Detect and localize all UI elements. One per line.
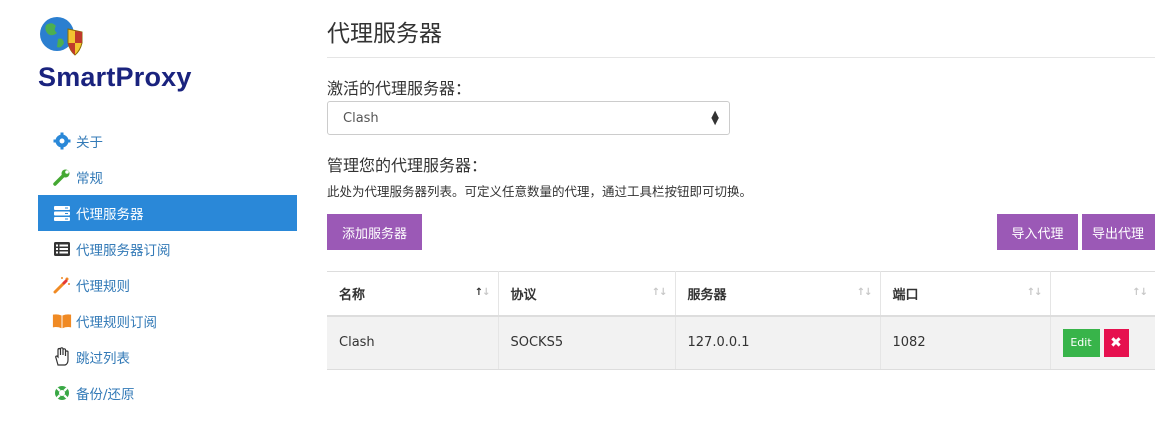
wrench-icon bbox=[52, 167, 72, 187]
active-proxy-label: 激活的代理服务器： bbox=[327, 79, 472, 98]
cell-name: Clash bbox=[327, 315, 499, 370]
table-header-row: 名称 ↑↓ 协议 ↑↓ 服务器 ↑↓ 端口 ↑↓ ↑↓ bbox=[327, 271, 1155, 317]
column-header-port[interactable]: 端口 ↑↓ bbox=[880, 271, 1051, 317]
sidebar-item-label: 关于 bbox=[76, 135, 103, 151]
import-proxy-button[interactable]: 导入代理 bbox=[997, 214, 1078, 250]
manage-proxies-label: 管理您的代理服务器： bbox=[327, 156, 488, 175]
close-icon: ✖ bbox=[1110, 334, 1122, 351]
sidebar-item-label: 常规 bbox=[76, 171, 103, 187]
sidebar: SmartProxy 关于 常规 代理服务器 代理服务器订阅 代理规则 代理规则… bbox=[0, 0, 300, 438]
proxy-list-description: 此处为代理服务器列表。可定义任意数量的代理，通过工具栏按钮即可切换。 bbox=[327, 184, 753, 199]
sort-icon: ↑↓ bbox=[651, 287, 668, 298]
sort-icon: ↑↓ bbox=[474, 287, 491, 298]
sidebar-item-label: 代理服务器 bbox=[76, 207, 144, 223]
proxy-table: 名称 ↑↓ 协议 ↑↓ 服务器 ↑↓ 端口 ↑↓ ↑↓ Clash SOCKS5… bbox=[327, 271, 1155, 370]
active-proxy-select-value: Clash bbox=[343, 110, 379, 126]
sidebar-item-proxy-servers[interactable]: 代理服务器 bbox=[38, 195, 297, 231]
smartproxy-logo-icon bbox=[38, 15, 86, 57]
list-icon bbox=[52, 239, 72, 259]
sidebar-nav: 关于 常规 代理服务器 代理服务器订阅 代理规则 代理规则订阅 跳过列表 备份/… bbox=[38, 123, 297, 411]
active-proxy-select[interactable]: Clash ▲ ▼ bbox=[327, 101, 730, 135]
cell-actions: Edit ✖ bbox=[1050, 315, 1155, 370]
sidebar-item-bypass-list[interactable]: 跳过列表 bbox=[38, 339, 297, 375]
magic-wand-icon bbox=[52, 275, 72, 295]
sidebar-item-label: 代理服务器订阅 bbox=[76, 243, 171, 259]
column-header-actions[interactable]: ↑↓ bbox=[1050, 271, 1155, 317]
sidebar-item-backup-restore[interactable]: 备份/还原 bbox=[38, 375, 297, 411]
sidebar-item-label: 跳过列表 bbox=[76, 351, 130, 367]
select-caret-icon: ▲ ▼ bbox=[711, 109, 719, 127]
sidebar-item-label: 代理规则订阅 bbox=[76, 315, 157, 331]
sidebar-item-proxy-rules[interactable]: 代理规则 bbox=[38, 267, 297, 303]
server-icon bbox=[52, 203, 72, 223]
page-title: 代理服务器 bbox=[327, 21, 442, 47]
column-header-server[interactable]: 服务器 ↑↓ bbox=[675, 271, 881, 317]
title-divider bbox=[327, 57, 1155, 58]
sidebar-item-about[interactable]: 关于 bbox=[38, 123, 297, 159]
edit-button[interactable]: Edit bbox=[1062, 328, 1100, 357]
app-brand: SmartProxy bbox=[38, 62, 192, 92]
export-proxy-button[interactable]: 导出代理 bbox=[1082, 214, 1155, 250]
sidebar-item-proxy-subscriptions[interactable]: 代理服务器订阅 bbox=[38, 231, 297, 267]
delete-button[interactable]: ✖ bbox=[1103, 328, 1129, 357]
sidebar-item-general[interactable]: 常规 bbox=[38, 159, 297, 195]
hand-icon bbox=[52, 347, 72, 367]
add-server-button[interactable]: 添加服务器 bbox=[327, 214, 422, 250]
sort-icon: ↑↓ bbox=[1132, 287, 1148, 298]
sidebar-item-label: 备份/还原 bbox=[76, 387, 135, 403]
column-header-name[interactable]: 名称 ↑↓ bbox=[327, 271, 499, 317]
table-row: Clash SOCKS5 127.0.0.1 1082 Edit ✖ bbox=[327, 315, 1155, 370]
cell-port: 1082 bbox=[880, 315, 1051, 370]
gear-icon bbox=[52, 131, 72, 151]
column-header-protocol[interactable]: 协议 ↑↓ bbox=[498, 271, 676, 317]
sort-icon: ↑↓ bbox=[1026, 287, 1043, 298]
cell-server: 127.0.0.1 bbox=[675, 315, 881, 370]
lifebuoy-icon bbox=[52, 383, 72, 403]
sidebar-item-label: 代理规则 bbox=[76, 279, 130, 295]
cell-protocol: SOCKS5 bbox=[498, 315, 676, 370]
sort-icon: ↑↓ bbox=[856, 287, 873, 298]
sidebar-item-rule-subscriptions[interactable]: 代理规则订阅 bbox=[38, 303, 297, 339]
book-icon bbox=[52, 311, 72, 331]
